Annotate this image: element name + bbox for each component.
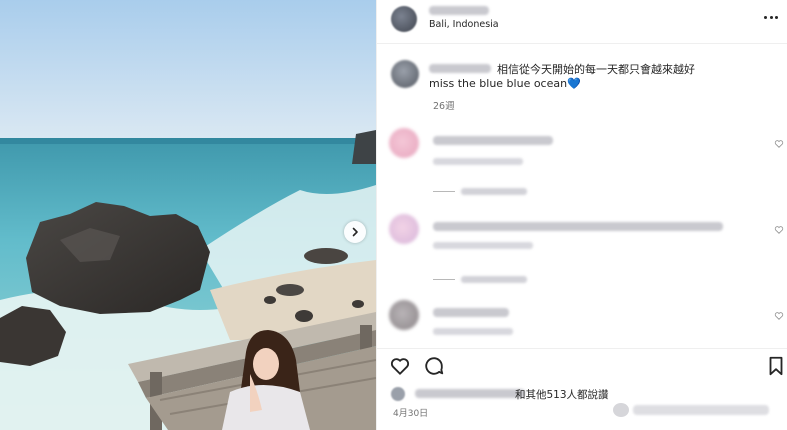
beach-photo-image xyxy=(0,0,376,430)
liker-avatar xyxy=(391,387,405,401)
caption-timestamp: 26週 xyxy=(433,101,455,112)
post-photo[interactable] xyxy=(0,0,376,430)
watermark-text-blurred xyxy=(633,405,769,415)
bookmark-icon[interactable] xyxy=(765,355,787,377)
likes-count-text[interactable]: 和其他513人都說讚 xyxy=(515,387,609,402)
more-options-button[interactable] xyxy=(760,6,782,28)
comment-text-blurred xyxy=(433,136,553,145)
comment-meta-blurred xyxy=(433,328,513,335)
view-replies-button[interactable] xyxy=(433,274,527,284)
post-date: 4月30日 xyxy=(393,409,429,419)
author-username-blurred[interactable] xyxy=(429,6,489,15)
likes-summary[interactable]: 和其他513人都說讚 xyxy=(391,387,771,401)
caption-text: 相信從今天開始的每一天都只會越來越好 xyxy=(497,63,695,76)
comment-meta-blurred xyxy=(433,242,533,249)
post-details-panel: Bali, Indonesia 相信從今天開始的每一天都只會越來越好 miss … xyxy=(376,0,787,430)
caption-author-avatar[interactable] xyxy=(391,60,419,88)
post-actions-bar xyxy=(377,348,787,378)
watermark xyxy=(613,401,773,419)
post-header: Bali, Indonesia xyxy=(377,0,787,44)
next-photo-button[interactable] xyxy=(344,221,366,243)
liker-username-blurred[interactable] xyxy=(415,389,525,398)
post-location[interactable]: Bali, Indonesia xyxy=(429,19,499,30)
commenter-avatar[interactable] xyxy=(389,128,419,158)
like-comment-heart-icon[interactable] xyxy=(774,139,784,149)
like-comment-heart-icon[interactable] xyxy=(774,225,784,235)
comment-text-blurred xyxy=(433,222,723,231)
caption-text-line2: miss the blue blue ocean💙 xyxy=(429,77,581,90)
chevron-right-icon xyxy=(352,227,358,237)
comment-meta-blurred xyxy=(433,158,523,165)
comment-icon[interactable] xyxy=(423,355,445,377)
view-replies-button[interactable] xyxy=(433,186,527,196)
like-comment-heart-icon[interactable] xyxy=(774,311,784,321)
commenter-avatar[interactable] xyxy=(389,300,419,330)
more-icon xyxy=(764,15,768,19)
commenter-avatar[interactable] xyxy=(389,214,419,244)
watermark-logo-icon xyxy=(613,403,629,417)
heart-icon[interactable] xyxy=(389,355,411,377)
caption-username-blurred[interactable] xyxy=(429,64,491,73)
comment-text-blurred xyxy=(433,308,509,317)
author-avatar[interactable] xyxy=(391,6,417,32)
